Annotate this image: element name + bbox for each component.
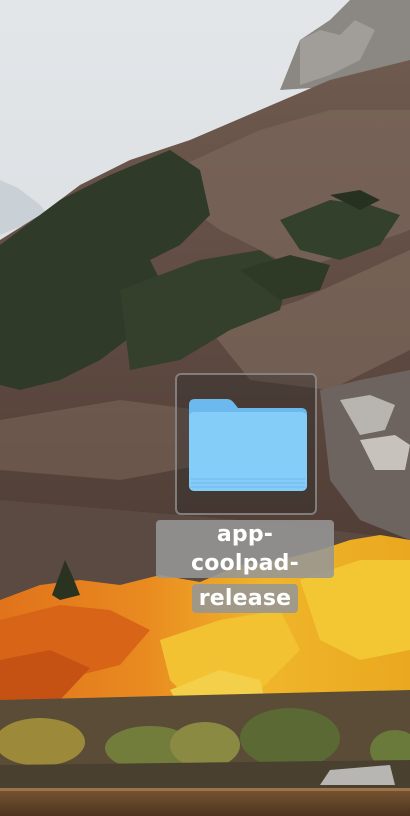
folder-label[interactable]: app-coolpad- release: [156, 520, 334, 613]
folder-label-line-2: release: [191, 584, 299, 613]
selection-highlight: [175, 373, 317, 515]
folder-label-line-1: app-coolpad-: [156, 520, 334, 578]
folder-item-app-coolpad-release[interactable]: app-coolpad- release: [156, 373, 334, 613]
desktop[interactable]: app-coolpad- release: [0, 0, 410, 816]
folder-icon[interactable]: [189, 397, 307, 493]
